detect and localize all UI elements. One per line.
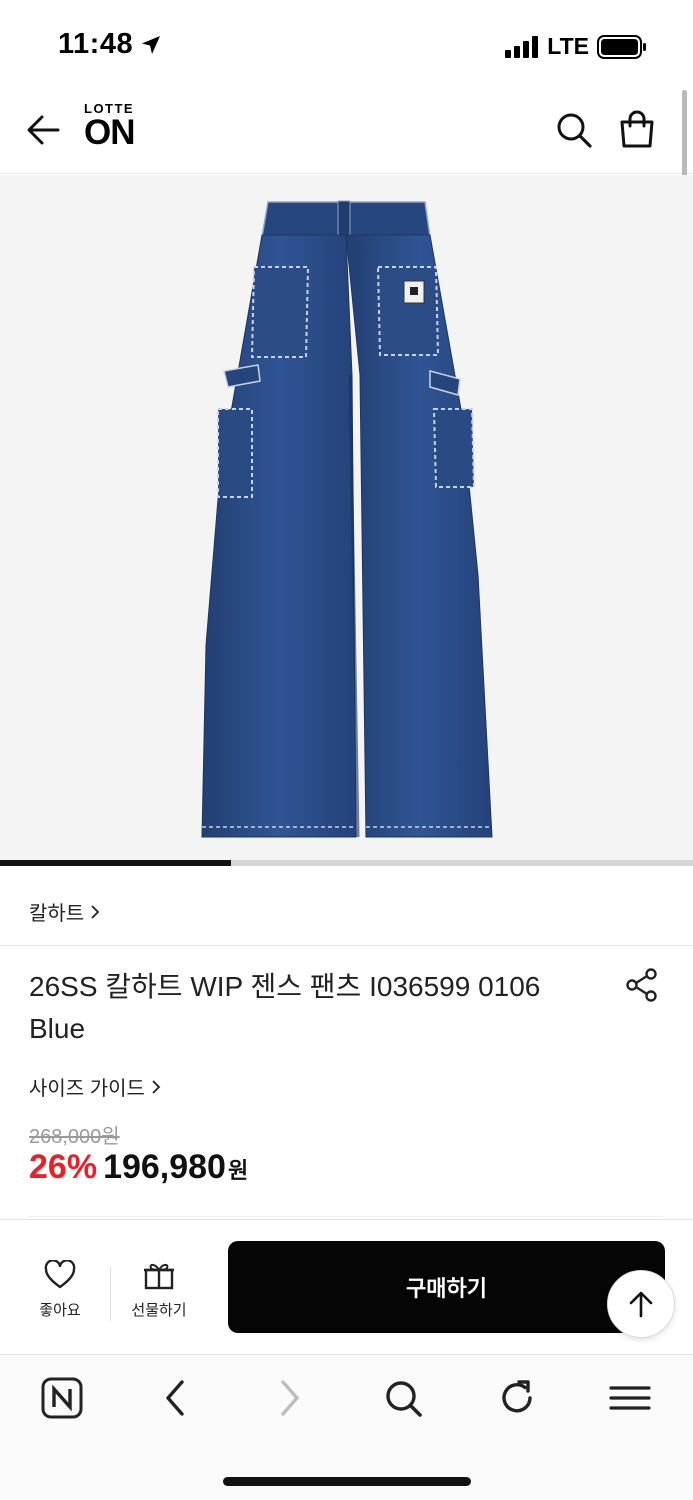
image-progress-track: [0, 860, 693, 866]
location-arrow-icon: [142, 35, 161, 54]
chevron-right-icon: [281, 1380, 299, 1416]
browser-back-button[interactable]: [152, 1375, 198, 1421]
gift-icon: [144, 1263, 174, 1290]
size-guide-link[interactable]: 사이즈 가이드: [29, 1072, 161, 1101]
product-image[interactable]: [0, 175, 693, 860]
divider: [29, 1216, 663, 1217]
product-title: 26SS 칼하트 WIP 젠스 팬츠 I036599 0106 Blue: [29, 971, 541, 1044]
refresh-icon: [502, 1380, 532, 1413]
share-button[interactable]: [624, 967, 660, 1003]
chevron-right-icon: [152, 1079, 161, 1094]
header-cart-button[interactable]: [617, 108, 657, 150]
chevron-left-icon: [166, 1380, 184, 1416]
browser-menu-button[interactable]: [607, 1375, 653, 1421]
heart-icon: [44, 1259, 76, 1289]
naver-home-button[interactable]: [39, 1375, 85, 1421]
battery-icon: [597, 34, 646, 59]
size-guide-label: 사이즈 가이드: [29, 1078, 145, 1100]
lotte-on-logo[interactable]: LOTTE ON: [84, 102, 135, 152]
home-indicator: [223, 1477, 471, 1486]
browser-forward-button[interactable]: [267, 1375, 313, 1421]
logo-main-text: ON: [84, 113, 135, 152]
share-icon: [626, 968, 657, 1002]
status-bar: 11:48 LTE: [0, 0, 693, 90]
brand-link[interactable]: 칼하트: [29, 897, 100, 926]
arrow-up-icon: [629, 1291, 653, 1318]
original-price: 268,000원: [29, 1126, 120, 1148]
discount-rate: 26%: [29, 1148, 98, 1186]
signal-icon: [505, 35, 539, 58]
browser-refresh-button[interactable]: [494, 1375, 540, 1421]
browser-toolbar: [0, 1354, 693, 1500]
sale-price: 196,980: [103, 1148, 226, 1186]
arrow-left-icon: [27, 115, 60, 145]
status-time: 11:48: [58, 28, 163, 61]
gift-label: 선물하기: [131, 1302, 187, 1319]
like-label: 좋아요: [39, 1302, 81, 1319]
bottom-divider: [110, 1267, 111, 1321]
browser-search-button[interactable]: [380, 1375, 426, 1421]
search-icon: [386, 1381, 422, 1417]
shopping-bag-icon: [620, 110, 654, 148]
jeans-image: [201, 200, 493, 838]
naver-icon: [41, 1377, 83, 1419]
brand-row: 칼하트: [0, 868, 693, 946]
status-indicators: LTE: [505, 33, 647, 60]
header-search-button[interactable]: [554, 110, 594, 150]
back-button[interactable]: [24, 110, 64, 150]
app-header: LOTTE ON: [0, 90, 693, 174]
chevron-right-icon: [91, 904, 100, 919]
scroll-top-button[interactable]: [607, 1270, 675, 1338]
purchase-bar: 좋아요 선물하기 구매하기: [0, 1219, 693, 1354]
search-icon: [557, 113, 592, 148]
buy-button[interactable]: 구매하기: [228, 1241, 665, 1333]
brand-name: 칼하트: [29, 903, 85, 925]
price-row: 26% 196,980 원: [29, 1148, 248, 1187]
gift-button[interactable]: 선물하기: [119, 1260, 199, 1320]
image-progress-fill: [0, 860, 231, 866]
status-time-text: 11:48: [58, 28, 134, 60]
menu-icon: [609, 1386, 651, 1410]
like-button[interactable]: 좋아요: [20, 1259, 100, 1320]
network-type: LTE: [547, 33, 589, 59]
currency-unit: 원: [227, 1158, 249, 1183]
